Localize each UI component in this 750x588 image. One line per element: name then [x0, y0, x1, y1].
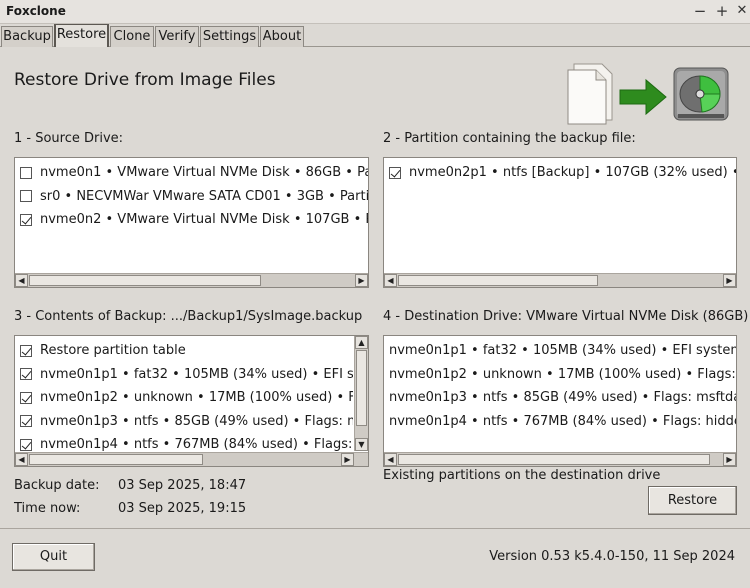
tab-bar: Backup Restore Clone Verify Settings Abo… — [0, 24, 750, 47]
tab-about[interactable]: About — [260, 26, 304, 47]
tab-clone[interactable]: Clone — [110, 26, 154, 47]
window-title: Foxclone — [6, 4, 66, 18]
tab-settings[interactable]: Settings — [200, 26, 259, 47]
scroll-right-icon[interactable]: ▶ — [723, 274, 736, 287]
restore-button[interactable]: Restore — [648, 486, 737, 515]
restore-illustration — [567, 63, 729, 125]
checkbox[interactable] — [389, 166, 401, 179]
checkbox[interactable] — [20, 368, 32, 381]
horizontal-scrollbar[interactable]: ◀ ▶ — [15, 452, 368, 466]
tab-verify[interactable]: Verify — [155, 26, 199, 47]
quit-button[interactable]: Quit — [12, 543, 95, 571]
time-now-value: 03 Sep 2025, 19:15 — [118, 501, 247, 516]
scroll-thumb[interactable] — [398, 275, 598, 286]
destination-caption: Existing partitions on the destination d… — [383, 468, 661, 483]
close-button[interactable]: ✕ — [733, 2, 750, 20]
scroll-right-icon[interactable]: ▶ — [355, 274, 368, 287]
horizontal-scrollbar[interactable]: ◀ ▶ — [384, 273, 736, 287]
checkbox[interactable] — [20, 391, 32, 404]
footer-divider — [0, 528, 750, 529]
maximize-button[interactable]: + — [713, 2, 731, 20]
checkbox[interactable] — [20, 344, 32, 357]
source-drive-label: 1 - Source Drive: — [14, 131, 124, 146]
destination-drive-label: 4 - Destination Drive: VMware Virtual NV… — [383, 309, 749, 324]
destination-partition-list: nvme0n1p1 • fat32 • 105MB (34% used) • E… — [383, 335, 737, 467]
backup-date-value: 03 Sep 2025, 18:47 — [118, 478, 247, 493]
list-item[interactable]: sr0 • NECVMWar VMware SATA CD01 • 3GB • … — [15, 185, 368, 209]
backup-contents-label: 3 - Contents of Backup: .../Backup1/SysI… — [14, 309, 363, 324]
page-title: Restore Drive from Image Files — [14, 70, 276, 90]
list-item[interactable]: nvme0n1p1 • fat32 • 105MB (34% used) • E… — [15, 363, 353, 387]
list-item: nvme0n1p3 • ntfs • 85GB (49% used) • Fla… — [389, 390, 736, 405]
version-text: Version 0.53 k5.4.0-150, 11 Sep 2024 — [489, 549, 735, 564]
scroll-right-icon[interactable]: ▶ — [723, 453, 736, 466]
scroll-left-icon[interactable]: ◀ — [384, 453, 397, 466]
list-item[interactable]: nvme0n1p3 • ntfs • 85GB (49% used) • Fla… — [15, 410, 353, 434]
list-item[interactable]: nvme0n2 • VMware Virtual NVMe Disk • 107… — [15, 208, 368, 232]
scroll-left-icon[interactable]: ◀ — [15, 453, 28, 466]
scroll-thumb[interactable] — [29, 275, 261, 286]
backup-date-label: Backup date: — [14, 478, 100, 493]
tab-backup[interactable]: Backup — [1, 26, 53, 47]
list-item[interactable]: nvme0n2p1 • ntfs [Backup] • 107GB (32% u… — [384, 161, 736, 185]
time-now-label: Time now: — [14, 501, 81, 516]
title-bar: Foxclone − + ✕ — [0, 0, 750, 24]
scroll-thumb[interactable] — [356, 350, 367, 426]
scroll-thumb[interactable] — [29, 454, 203, 465]
arrow-right-icon — [619, 78, 667, 116]
source-drive-list: nvme0n1 • VMware Virtual NVMe Disk • 86G… — [14, 157, 369, 288]
backup-partition-list: nvme0n2p1 • ntfs [Backup] • 107GB (32% u… — [383, 157, 737, 288]
backup-contents-list: Restore partition table nvme0n1p1 • fat3… — [14, 335, 369, 467]
list-item[interactable]: nvme0n1p4 • ntfs • 767MB (84% used) • Fl… — [15, 433, 353, 451]
scroll-down-icon[interactable]: ▼ — [355, 438, 368, 451]
horizontal-scrollbar[interactable]: ◀ ▶ — [384, 452, 736, 466]
list-item[interactable]: Restore partition table — [15, 339, 353, 363]
scroll-right-icon[interactable]: ▶ — [341, 453, 354, 466]
list-item[interactable]: nvme0n1p2 • unknown • 17MB (100% used) •… — [15, 386, 353, 410]
document-icon — [567, 63, 613, 125]
list-item: nvme0n1p2 • unknown • 17MB (100% used) •… — [389, 366, 736, 382]
list-item: nvme0n1p1 • fat32 • 105MB (34% used) • E… — [389, 343, 736, 358]
scroll-left-icon[interactable]: ◀ — [15, 274, 28, 287]
checkbox[interactable] — [20, 166, 32, 179]
tab-restore[interactable]: Restore — [54, 24, 109, 47]
horizontal-scrollbar[interactable]: ◀ ▶ — [15, 273, 368, 287]
backup-partition-label: 2 - Partition containing the backup file… — [383, 131, 636, 146]
list-item[interactable]: nvme0n1 • VMware Virtual NVMe Disk • 86G… — [15, 161, 368, 185]
checkbox[interactable] — [20, 438, 32, 451]
hard-drive-icon — [673, 67, 729, 121]
scroll-left-icon[interactable]: ◀ — [384, 274, 397, 287]
vertical-scrollbar[interactable]: ▲ ▼ — [354, 336, 368, 451]
list-item: nvme0n1p4 • ntfs • 767MB (84% used) • Fl… — [389, 413, 736, 429]
scroll-thumb[interactable] — [398, 454, 710, 465]
checkbox[interactable] — [20, 213, 32, 226]
scroll-up-icon[interactable]: ▲ — [355, 336, 368, 349]
checkbox[interactable] — [20, 190, 32, 203]
minimize-button[interactable]: − — [691, 2, 709, 20]
checkbox[interactable] — [20, 415, 32, 428]
